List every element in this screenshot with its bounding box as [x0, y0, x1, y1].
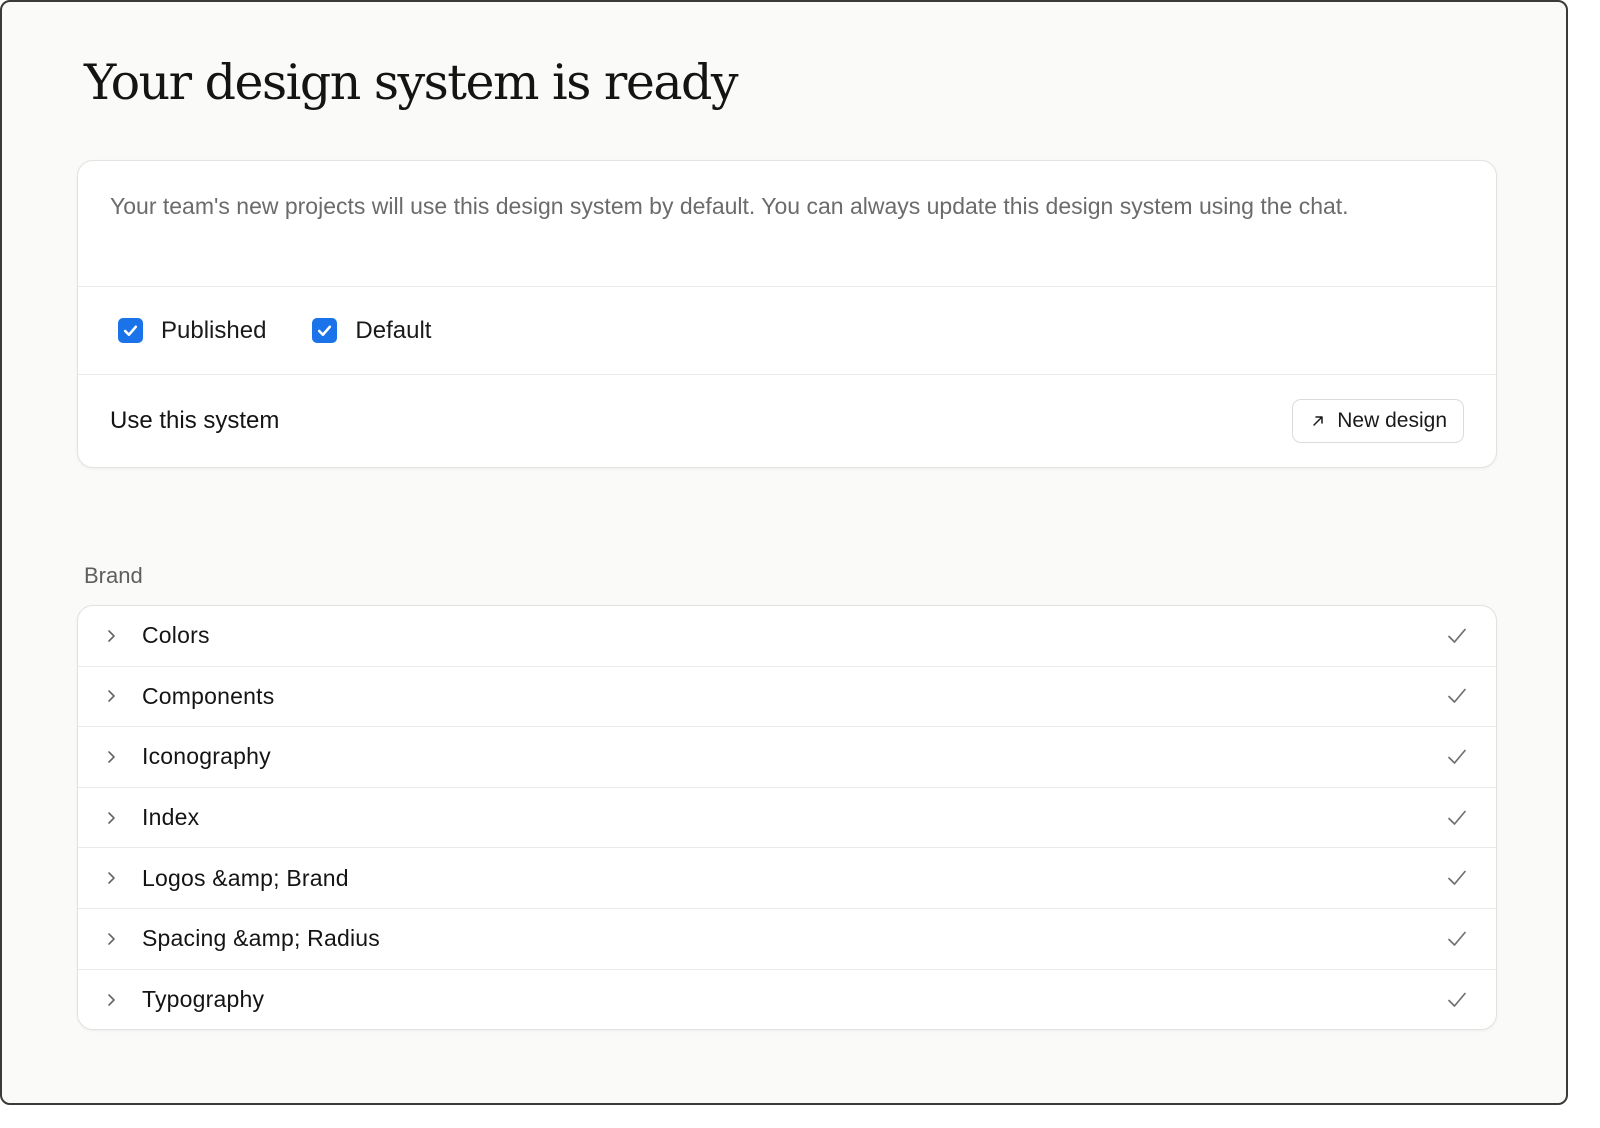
- app-window: Your design system is ready Your team's …: [0, 0, 1568, 1105]
- brand-item-label: Spacing &amp; Radius: [142, 925, 380, 952]
- brand-item-components[interactable]: Components: [78, 667, 1496, 728]
- check-icon: [1446, 868, 1468, 888]
- brand-item-spacing-radius[interactable]: Spacing &amp; Radius: [78, 909, 1496, 970]
- brand-item-label: Typography: [142, 986, 265, 1013]
- chevron-right-icon: [106, 811, 120, 825]
- design-system-info-card: Your team's new projects will use this d…: [77, 160, 1497, 468]
- status-checkbox-row: Published Default: [78, 287, 1496, 375]
- arrow-up-right-icon: [1313, 416, 1324, 426]
- use-system-label: Use this system: [110, 407, 280, 434]
- brand-list: Colors Components Iconography Index Logo…: [77, 605, 1497, 1030]
- check-icon: [1446, 686, 1468, 706]
- brand-item-logos-brand[interactable]: Logos &amp; Brand: [78, 848, 1496, 909]
- chevron-right-icon: [106, 932, 120, 946]
- brand-item-label: Iconography: [142, 743, 271, 770]
- new-design-button[interactable]: New design: [1292, 399, 1464, 443]
- brand-section-label: Brand: [84, 563, 143, 588]
- chevron-right-icon: [106, 689, 120, 703]
- check-icon: [1446, 626, 1468, 646]
- page-title: Your design system is ready: [84, 54, 739, 111]
- default-checkbox[interactable]: Default: [312, 317, 431, 345]
- chevron-right-icon: [106, 993, 120, 1007]
- chevron-right-icon: [106, 629, 120, 643]
- brand-item-iconography[interactable]: Iconography: [78, 727, 1496, 788]
- use-system-row: Use this system New design: [78, 375, 1496, 467]
- brand-item-colors[interactable]: Colors: [78, 606, 1496, 667]
- brand-item-label: Colors: [142, 622, 210, 649]
- check-icon: [1446, 747, 1468, 767]
- chevron-right-icon: [106, 871, 120, 885]
- chevron-right-icon: [106, 750, 120, 764]
- checkbox-checked-icon[interactable]: [312, 318, 338, 343]
- brand-item-typography[interactable]: Typography: [78, 970, 1496, 1029]
- default-label: Default: [355, 316, 432, 344]
- brand-item-label: Logos &amp; Brand: [142, 864, 349, 891]
- brand-item-index[interactable]: Index: [78, 788, 1496, 849]
- brand-item-label: Components: [142, 682, 275, 709]
- published-checkbox[interactable]: Published: [118, 317, 266, 345]
- new-design-label: New design: [1337, 409, 1447, 432]
- check-icon: [1446, 929, 1468, 949]
- brand-item-label: Index: [142, 804, 200, 831]
- info-description: Your team's new projects will use this d…: [78, 161, 1496, 287]
- check-icon: [1446, 808, 1468, 828]
- published-label: Published: [161, 316, 267, 344]
- check-icon: [1446, 990, 1468, 1010]
- checkbox-checked-icon[interactable]: [118, 318, 143, 343]
